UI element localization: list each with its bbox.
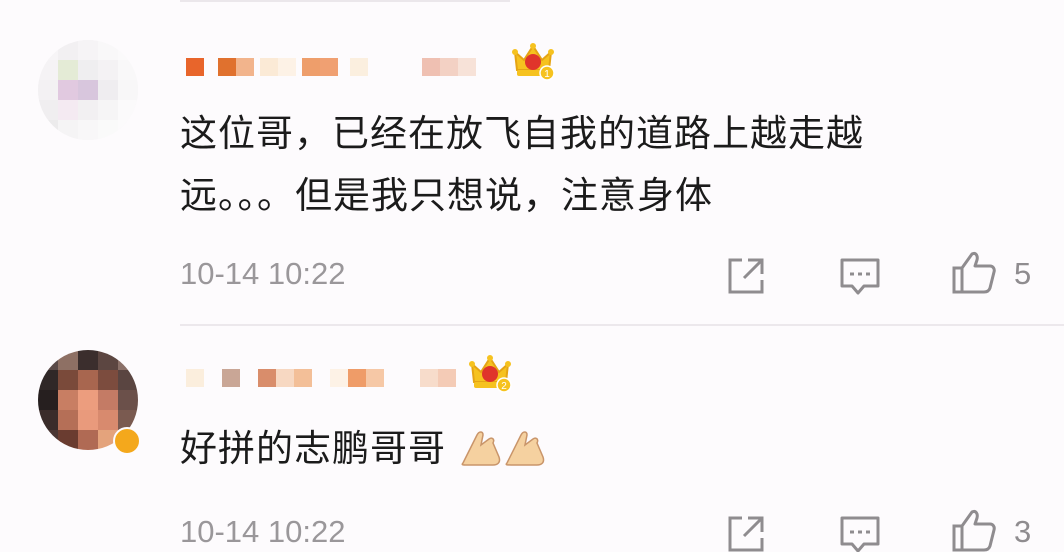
comment-item: 1 这位哥，已经在放飞自我的道路上越走越 远。。。但是我只想说，注意身体 10-…: [0, 0, 1064, 325]
username[interactable]: [186, 366, 456, 390]
share-icon[interactable]: [722, 252, 770, 300]
comment-text-line: 远。。。但是我只想说，注意身体: [180, 174, 713, 217]
crown-icon: 1: [512, 43, 555, 81]
like-count: 3: [1014, 514, 1032, 549]
vip-badge: [113, 427, 141, 455]
svg-text:1: 1: [544, 69, 550, 80]
like-count: 5: [1014, 256, 1032, 291]
timestamp: 10-14 10:22: [180, 514, 346, 549]
crown-icon: 2: [469, 355, 512, 393]
username[interactable]: [186, 55, 476, 79]
comment-text: 好拼的志鹏哥哥: [180, 418, 547, 480]
comment-icon[interactable]: [836, 510, 884, 552]
comment-icon[interactable]: [836, 252, 884, 300]
comment-text-line: 好拼的志鹏哥哥: [180, 427, 446, 470]
comment-item: 2 好拼的志鹏哥哥 10-14 10:22 3: [0, 326, 1064, 552]
thumbs-up-icon[interactable]: [950, 248, 998, 296]
folded-hands-emoji: [505, 431, 544, 466]
share-icon[interactable]: [722, 510, 770, 552]
comment-text: 这位哥，已经在放飞自我的道路上越走越 远。。。但是我只想说，注意身体: [180, 103, 1040, 227]
timestamp: 10-14 10:22: [180, 256, 346, 291]
comment-text-line: 这位哥，已经在放飞自我的道路上越走越: [180, 112, 864, 155]
avatar[interactable]: [38, 40, 138, 140]
folded-hands-emoji: [461, 431, 500, 466]
svg-text:2: 2: [501, 381, 507, 392]
thumbs-up-icon[interactable]: [950, 506, 998, 552]
